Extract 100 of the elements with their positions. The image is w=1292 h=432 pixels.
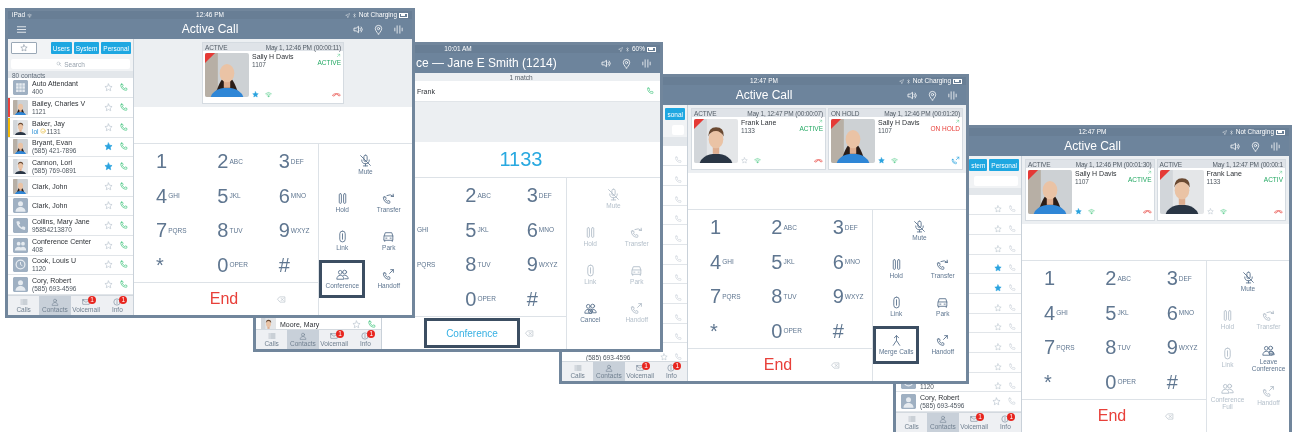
phone-icon[interactable]: [119, 221, 128, 231]
speaker-icon[interactable]: [907, 89, 918, 101]
star-icon[interactable]: [104, 260, 113, 270]
phone-handoff-icon[interactable]: [951, 156, 960, 165]
star-icon[interactable]: [104, 83, 113, 93]
star-icon[interactable]: [104, 221, 113, 231]
star-icon[interactable]: [1206, 208, 1214, 215]
phone-icon[interactable]: [674, 313, 682, 322]
dial-key[interactable]: 1: [156, 151, 168, 172]
dial-key[interactable]: #: [832, 320, 844, 341]
backspace-icon[interactable]: [1164, 411, 1175, 421]
location-pin-icon[interactable]: [373, 23, 384, 35]
star-icon[interactable]: [994, 283, 1002, 292]
phone-icon[interactable]: [119, 181, 128, 191]
phone-icon[interactable]: [119, 83, 128, 93]
dial-key[interactable]: *: [156, 254, 164, 275]
star-icon[interactable]: [104, 102, 113, 112]
audio-bars-icon[interactable]: [641, 57, 652, 69]
phone-icon[interactable]: [674, 195, 682, 204]
phone-icon[interactable]: [674, 274, 682, 283]
phone-icon[interactable]: [119, 260, 128, 270]
phone-icon[interactable]: [1008, 382, 1016, 391]
speaker-icon[interactable]: [1230, 140, 1241, 152]
phone-icon[interactable]: [674, 333, 682, 342]
speaker-icon[interactable]: [353, 23, 364, 35]
star-icon[interactable]: [878, 157, 885, 164]
phone-icon[interactable]: [674, 353, 682, 361]
hang-up-icon[interactable]: [332, 90, 341, 99]
favorites-filter-button[interactable]: [11, 42, 37, 54]
backspace-icon[interactable]: [830, 360, 841, 370]
phone-icon[interactable]: [367, 320, 376, 330]
star-icon[interactable]: [104, 122, 113, 132]
phone-icon[interactable]: [119, 142, 128, 152]
phone-icon[interactable]: [674, 156, 682, 165]
phone-icon[interactable]: [119, 102, 128, 112]
phone-icon[interactable]: [674, 215, 682, 224]
phone-icon[interactable]: [119, 280, 128, 290]
location-pin-icon[interactable]: [621, 57, 632, 69]
backspace-icon[interactable]: [524, 328, 535, 338]
phone-icon[interactable]: [1007, 397, 1016, 407]
phone-icon[interactable]: [1008, 205, 1016, 214]
star-icon[interactable]: [994, 362, 1002, 371]
star-icon[interactable]: [994, 342, 1002, 351]
hang-up-icon[interactable]: [1142, 207, 1152, 216]
phone-icon[interactable]: [674, 234, 682, 243]
phone-icon[interactable]: [1008, 362, 1016, 371]
phone-icon[interactable]: [1008, 283, 1016, 292]
phone-icon[interactable]: [674, 254, 682, 263]
phone-icon[interactable]: [119, 201, 128, 211]
hang-up-icon[interactable]: [1274, 207, 1283, 216]
dial-key[interactable]: 1: [1044, 268, 1056, 289]
phone-icon[interactable]: [1008, 224, 1016, 233]
speaker-icon[interactable]: [601, 57, 612, 69]
audio-bars-icon[interactable]: [393, 23, 404, 35]
location-pin-icon[interactable]: [927, 89, 938, 101]
star-icon[interactable]: [994, 382, 1002, 391]
end-call-button[interactable]: End: [200, 287, 248, 311]
phone-icon[interactable]: [646, 87, 654, 95]
phone-icon[interactable]: [1008, 244, 1016, 253]
phone-icon[interactable]: [119, 122, 128, 132]
dial-key[interactable]: 1: [710, 217, 722, 238]
star-icon[interactable]: [252, 91, 259, 98]
star-icon[interactable]: [660, 353, 668, 361]
star-icon[interactable]: [992, 397, 1001, 407]
phone-icon[interactable]: [119, 240, 128, 250]
star-icon[interactable]: [104, 280, 113, 290]
hang-up-icon[interactable]: [814, 156, 823, 165]
star-icon[interactable]: [104, 181, 113, 191]
phone-icon[interactable]: [674, 175, 682, 184]
end-call-button[interactable]: End: [1088, 404, 1136, 428]
dial-key[interactable]: *: [1044, 371, 1052, 392]
backspace-icon[interactable]: [276, 294, 287, 304]
star-icon[interactable]: [104, 162, 113, 172]
star-icon[interactable]: [741, 157, 748, 164]
phone-icon[interactable]: [674, 293, 682, 302]
star-icon[interactable]: [104, 142, 113, 152]
star-icon[interactable]: [352, 320, 361, 330]
star-icon[interactable]: [1075, 208, 1082, 215]
star-icon[interactable]: [994, 303, 1002, 312]
phone-icon[interactable]: [119, 162, 128, 172]
audio-bars-icon[interactable]: [1270, 140, 1281, 152]
star-icon[interactable]: [104, 201, 113, 211]
phone-icon[interactable]: [1008, 342, 1016, 351]
location-pin-icon[interactable]: [1250, 140, 1261, 152]
dial-key[interactable]: #: [278, 254, 290, 275]
phone-icon[interactable]: [1008, 303, 1016, 312]
phone-icon[interactable]: [1008, 323, 1016, 332]
menu-icon[interactable]: [16, 23, 27, 35]
star-icon[interactable]: [994, 323, 1002, 332]
star-icon[interactable]: [104, 240, 113, 250]
dial-key[interactable]: *: [710, 320, 718, 341]
star-icon[interactable]: [994, 205, 1002, 214]
audio-bars-icon[interactable]: [947, 89, 958, 101]
dial-key[interactable]: #: [526, 288, 538, 309]
star-icon[interactable]: [994, 224, 1002, 233]
star-icon[interactable]: [994, 264, 1002, 273]
star-icon[interactable]: [994, 244, 1002, 253]
end-call-button[interactable]: End: [754, 353, 802, 377]
dial-key[interactable]: #: [1166, 371, 1178, 392]
phone-icon[interactable]: [1008, 264, 1016, 273]
